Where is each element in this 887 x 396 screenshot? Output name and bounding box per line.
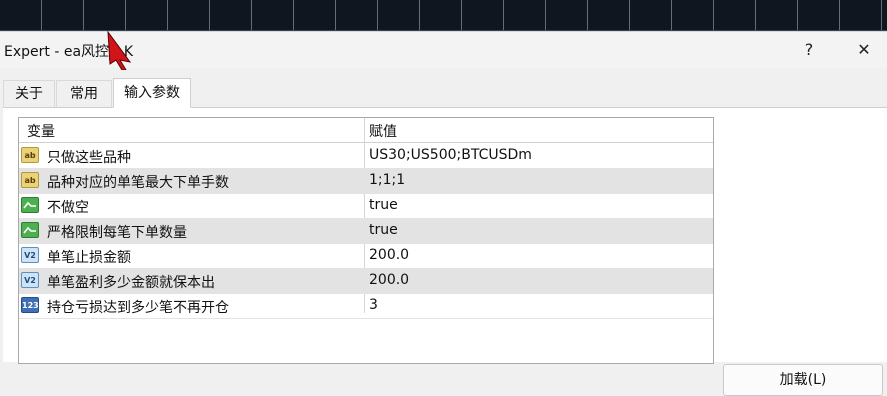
title-bar: Expert - ea风控_LK ? ✕ <box>0 32 887 68</box>
param-value[interactable]: 3 <box>369 297 378 313</box>
close-button[interactable]: ✕ <box>852 38 876 62</box>
string-type-icon: ab <box>21 172 39 188</box>
bool-type-icon <box>21 197 39 213</box>
param-value[interactable]: US30;US500;BTCUSDm <box>369 147 532 163</box>
chart-background-strip <box>0 0 887 31</box>
bool-type-icon <box>21 222 39 238</box>
help-button[interactable]: ? <box>797 38 821 62</box>
tab-common[interactable]: 常用 <box>56 80 112 107</box>
inputs-tab-panel: 变量 赋值 ab 只做这些品种 US30;US500;BTCUSDm ab 品种… <box>3 107 887 396</box>
column-header-variable[interactable]: 变量 <box>27 121 55 141</box>
column-header-value[interactable]: 赋值 <box>369 121 397 141</box>
grid-header: 变量 赋值 <box>19 118 713 143</box>
expert-properties-dialog: Expert - ea风控_LK ? ✕ 关于 常用 输入参数 变量 赋值 ab… <box>0 30 887 396</box>
param-value[interactable]: 1;1;1 <box>369 172 405 188</box>
tab-about[interactable]: 关于 <box>3 80 55 107</box>
double-type-icon: V2 <box>21 272 39 288</box>
param-name: 品种对应的单笔最大下单手数 <box>47 175 229 191</box>
param-name: 持仓亏损达到多少笔不再开仓 <box>47 300 229 316</box>
param-value[interactable]: true <box>369 197 398 213</box>
table-row[interactable]: V2 单笔止损金额 200.0 <box>19 243 713 269</box>
double-type-icon: V2 <box>21 247 39 263</box>
param-name: 不做空 <box>47 200 89 216</box>
param-name: 单笔止损金额 <box>47 250 131 266</box>
param-name: 严格限制每笔下单数量 <box>47 225 187 241</box>
param-value[interactable]: true <box>369 222 398 238</box>
window-title: Expert - ea风控_LK <box>4 44 134 60</box>
parameters-grid: 变量 赋值 ab 只做这些品种 US30;US500;BTCUSDm ab 品种… <box>18 117 714 364</box>
param-value[interactable]: 200.0 <box>369 272 409 288</box>
param-name: 只做这些品种 <box>47 150 131 166</box>
string-type-icon: ab <box>21 147 39 163</box>
param-value[interactable]: 200.0 <box>369 247 409 263</box>
tab-inputs[interactable]: 输入参数 <box>113 78 191 108</box>
table-row[interactable]: 不做空 true <box>19 193 713 219</box>
param-name: 单笔盈利多少金额就保本出 <box>47 275 215 291</box>
integer-type-icon: 123 <box>21 297 39 313</box>
table-row[interactable]: 严格限制每笔下单数量 true <box>19 218 713 244</box>
load-button[interactable]: 加载(L) <box>723 364 883 396</box>
table-row[interactable]: ab 只做这些品种 US30;US500;BTCUSDm <box>19 143 713 169</box>
table-row[interactable]: 123 持仓亏损达到多少笔不再开仓 3 <box>19 293 713 319</box>
table-row[interactable]: V2 单笔盈利多少金额就保本出 200.0 <box>19 268 713 294</box>
table-row[interactable]: ab 品种对应的单笔最大下单手数 1;1;1 <box>19 168 713 194</box>
